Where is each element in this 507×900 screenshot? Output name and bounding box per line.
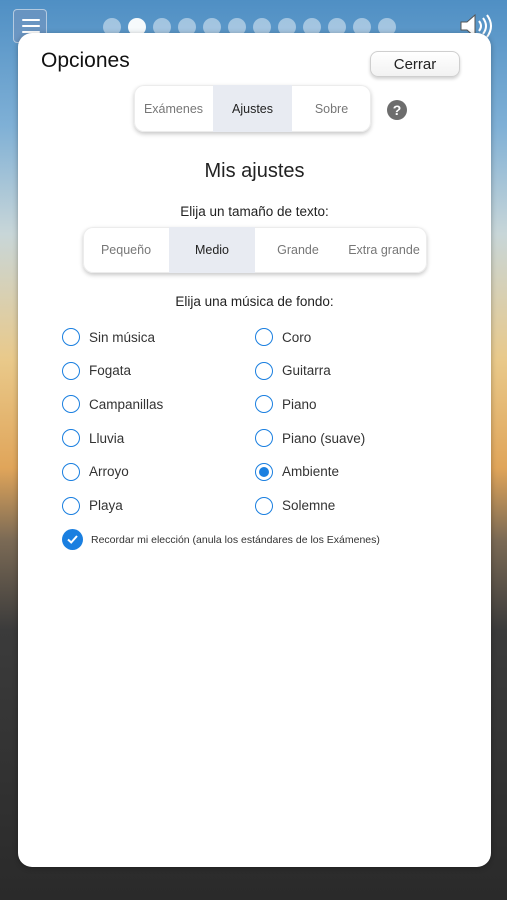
text-size-option[interactable]: Pequeño [83,227,169,273]
music-option[interactable]: Lluvia [62,429,125,448]
tab-sobre[interactable]: Sobre [292,85,371,132]
text-size-option[interactable]: Medio [169,227,255,273]
tab-ajustes[interactable]: Ajustes [213,85,292,132]
music-option-label: Coro [282,329,312,345]
help-icon[interactable]: ? [387,100,407,120]
settings-heading: Mis ajustes [204,160,305,182]
radio-button-icon[interactable] [255,395,273,414]
music-option-label: Sin música [89,329,156,345]
text-size-prompt: Elija un tamaño de texto: [180,204,329,219]
radio-button-icon[interactable] [255,496,273,515]
music-option-label: Campanillas [89,396,164,412]
music-option[interactable]: Playa [62,496,123,515]
page-title: Opciones [41,49,130,72]
text-size-option[interactable]: Grande [255,227,341,273]
music-option-label: Playa [89,498,123,513]
radio-button-icon[interactable] [62,496,80,515]
checkmark-icon [62,529,83,550]
radio-button-icon[interactable] [62,429,80,448]
music-option[interactable]: Campanillas [62,395,164,414]
music-option-label: Arroyo [89,464,129,480]
options-panel: Opciones Cerrar Exámenes Ajustes Sobre ? M… [18,33,491,867]
music-option[interactable]: Coro [255,328,311,346]
tab-bar: Exámenes Ajustes Sobre [134,85,371,132]
music-option-label: Piano [282,396,317,412]
remember-choice-checkbox[interactable]: Recordar mi elección (anula los estándar… [62,529,380,550]
text-size-selector: Pequeño Medio Grande Extra grande [83,227,427,273]
radio-button-icon[interactable] [255,462,273,481]
music-option[interactable]: Ambiente [255,462,340,481]
music-option-label: Fogata [89,363,132,379]
radio-button-icon[interactable] [62,361,80,380]
close-button[interactable]: Cerrar [370,51,460,77]
music-option-label: Guitarra [282,363,331,379]
music-option-label: Piano (suave) [282,430,366,446]
music-option[interactable]: Piano (suave) [255,429,366,448]
music-option[interactable]: Sin música [62,328,155,346]
music-option-label: Ambiente [282,464,340,480]
tab-exmenes[interactable]: Exámenes [134,85,213,132]
radio-button-icon[interactable] [255,361,273,380]
radio-button-icon[interactable] [62,395,80,414]
music-option[interactable]: Piano [255,395,317,414]
music-option[interactable]: Fogata [62,361,132,380]
music-option[interactable]: Arroyo [62,462,129,481]
radio-button-icon[interactable] [62,462,80,481]
music-option[interactable]: Solemne [255,496,336,515]
music-option-label: Lluvia [89,430,125,446]
remember-choice-label: Recordar mi elección (anula los estándar… [91,533,380,546]
music-prompt: Elija una música de fondo: [175,294,334,309]
radio-button-icon[interactable] [255,328,273,346]
radio-button-icon[interactable] [255,429,273,448]
text-size-option[interactable]: Extra grande [341,227,427,273]
music-option-label: Solemne [282,498,336,513]
radio-button-icon[interactable] [62,328,80,346]
music-option[interactable]: Guitarra [255,361,331,380]
